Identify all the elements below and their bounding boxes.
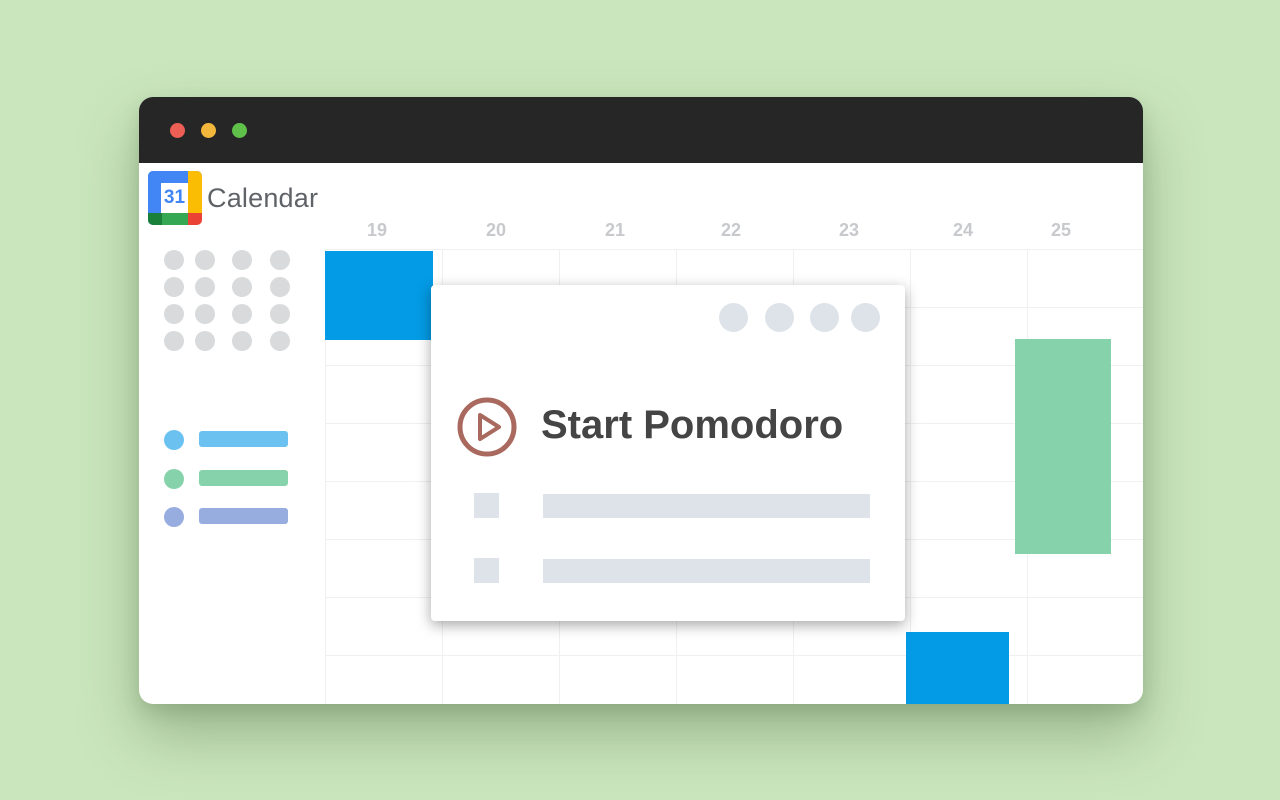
dialog-action-button[interactable] bbox=[810, 303, 839, 332]
logo-number: 31 bbox=[161, 183, 188, 213]
task-checkbox[interactable] bbox=[474, 493, 499, 518]
calendar-color-dot[interactable] bbox=[164, 430, 184, 450]
calendar-event[interactable] bbox=[906, 632, 1009, 704]
day-header: 22 bbox=[721, 220, 742, 240]
browser-window: 31 Calendar 19 20 21 22 23 24 25 Start P… bbox=[139, 97, 1143, 704]
start-pomodoro-button[interactable]: Start Pomodoro bbox=[541, 403, 843, 448]
mini-calendar-day[interactable] bbox=[232, 250, 252, 270]
day-header: 24 bbox=[953, 220, 974, 240]
mini-calendar-day[interactable] bbox=[232, 277, 252, 297]
mini-calendar-day[interactable] bbox=[270, 250, 290, 270]
calendar-event[interactable] bbox=[1015, 339, 1111, 554]
day-header: 21 bbox=[605, 220, 626, 240]
mini-calendar-day[interactable] bbox=[232, 331, 252, 351]
app-title: Calendar bbox=[207, 183, 319, 213]
task-line bbox=[543, 559, 870, 583]
task-line bbox=[543, 494, 870, 518]
calendar-list-item[interactable] bbox=[199, 470, 288, 486]
dialog-action-button[interactable] bbox=[719, 303, 748, 332]
pomodoro-dialog: Start Pomodoro bbox=[431, 285, 905, 621]
calendar-logo-icon[interactable]: 31 bbox=[148, 171, 202, 225]
calendar-color-dot[interactable] bbox=[164, 469, 184, 489]
mini-calendar-day[interactable] bbox=[164, 331, 184, 351]
close-window-button[interactable] bbox=[170, 123, 185, 138]
mini-calendar-day[interactable] bbox=[195, 277, 215, 297]
calendar-list-item[interactable] bbox=[199, 431, 288, 447]
day-header: 23 bbox=[839, 220, 860, 240]
mini-calendar-day[interactable] bbox=[232, 304, 252, 324]
day-header: 25 bbox=[1051, 220, 1072, 240]
mini-calendar-day[interactable] bbox=[270, 304, 290, 324]
mini-calendar-day[interactable] bbox=[270, 331, 290, 351]
mini-calendar-day[interactable] bbox=[164, 250, 184, 270]
mini-calendar-day[interactable] bbox=[195, 250, 215, 270]
title-bar bbox=[139, 97, 1143, 163]
task-checkbox[interactable] bbox=[474, 558, 499, 583]
calendar-color-dot[interactable] bbox=[164, 507, 184, 527]
maximize-window-button[interactable] bbox=[232, 123, 247, 138]
mini-calendar-day[interactable] bbox=[195, 304, 215, 324]
mini-calendar-day[interactable] bbox=[164, 304, 184, 324]
play-circle-icon[interactable] bbox=[455, 395, 519, 459]
calendar-event[interactable] bbox=[325, 251, 433, 340]
dialog-action-button[interactable] bbox=[765, 303, 794, 332]
day-header: 19 bbox=[367, 220, 388, 240]
day-header: 20 bbox=[486, 220, 507, 240]
minimize-window-button[interactable] bbox=[201, 123, 216, 138]
mini-calendar-day[interactable] bbox=[164, 277, 184, 297]
dialog-action-button[interactable] bbox=[851, 303, 880, 332]
mini-calendar-day[interactable] bbox=[270, 277, 290, 297]
mini-calendar-day[interactable] bbox=[195, 331, 215, 351]
calendar-list-item[interactable] bbox=[199, 508, 288, 524]
